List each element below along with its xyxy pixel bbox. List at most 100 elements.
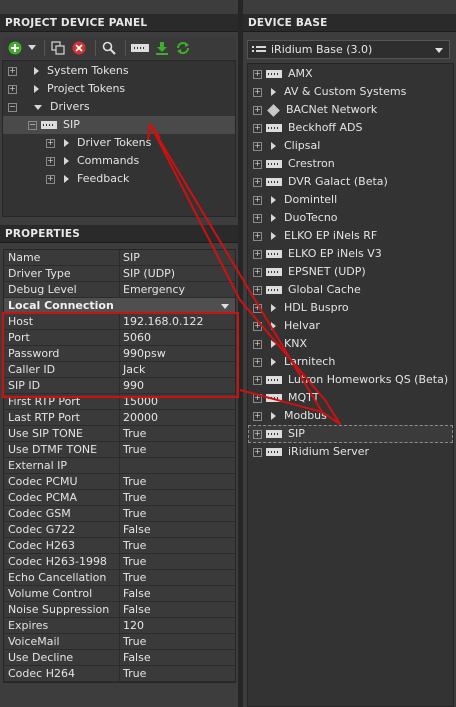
property-value[interactable]: 120	[120, 618, 235, 633]
device-base-item[interactable]: + DuoTecno	[248, 209, 453, 227]
property-value[interactable]: 20000	[120, 410, 235, 425]
property-row[interactable]: Use SIP TONE True	[4, 426, 235, 442]
property-value[interactable]: False	[120, 650, 235, 665]
property-row[interactable]: First RTP Port 15000	[4, 394, 235, 410]
device-base-item-sip[interactable]: + SIP	[248, 425, 453, 443]
expand-icon[interactable]: +	[253, 393, 262, 403]
property-value[interactable]: Jack	[120, 362, 235, 377]
expand-icon[interactable]: +	[253, 123, 262, 133]
property-value[interactable]: True	[120, 474, 235, 489]
expand-icon[interactable]: +	[253, 249, 262, 259]
property-value[interactable]: True	[120, 554, 235, 569]
device-base-item[interactable]: + AMX	[248, 65, 453, 83]
expand-icon[interactable]: +	[253, 267, 262, 277]
device-base-item[interactable]: + Beckhoff ADS	[248, 119, 453, 137]
device-base-item[interactable]: + Modbus	[248, 407, 453, 425]
property-value[interactable]: True	[120, 442, 235, 457]
property-value[interactable]	[120, 458, 235, 473]
expand-icon[interactable]: +	[253, 213, 262, 223]
expand-icon[interactable]: +	[46, 156, 55, 166]
property-row[interactable]: Codec PCMU True	[4, 474, 235, 490]
property-value[interactable]: True	[120, 538, 235, 553]
property-value[interactable]: True	[120, 634, 235, 649]
property-row[interactable]: Host 192.168.0.122	[4, 314, 235, 330]
panel-splitter[interactable]	[238, 0, 243, 707]
chevron-down-icon[interactable]	[221, 304, 229, 309]
property-row[interactable]: Use Decline False	[4, 650, 235, 666]
device-base-item[interactable]: + DVR Galact (Beta)	[248, 173, 453, 191]
expand-icon[interactable]: +	[253, 357, 262, 367]
expand-icon[interactable]: +	[253, 69, 262, 79]
property-value[interactable]: False	[120, 522, 235, 537]
device-base-item[interactable]: + iRidium Server	[248, 443, 453, 461]
expand-icon[interactable]: +	[253, 159, 262, 169]
expand-icon[interactable]: +	[253, 375, 262, 385]
device-base-item[interactable]: + MQTT	[248, 389, 453, 407]
device-base-item[interactable]: + Larnitech	[248, 353, 453, 371]
property-row[interactable]: Debug Level Emergency	[4, 282, 235, 298]
expand-icon[interactable]: +	[46, 174, 55, 184]
property-group-local-connection[interactable]: Local Connection	[4, 298, 235, 314]
expand-icon[interactable]: +	[46, 138, 55, 148]
collapse-icon[interactable]: −	[8, 102, 17, 112]
copy-icon[interactable]	[49, 39, 67, 57]
expand-icon[interactable]: +	[253, 87, 262, 97]
property-row[interactable]: Expires 120	[4, 618, 235, 634]
property-row[interactable]: Codec H263 True	[4, 538, 235, 554]
property-row[interactable]: SIP ID 990	[4, 378, 235, 394]
property-row[interactable]: External IP	[4, 458, 235, 474]
property-value[interactable]: True	[120, 490, 235, 505]
property-row[interactable]: Password 990psw	[4, 346, 235, 362]
tree-item-drivers[interactable]: − Drivers	[3, 98, 235, 116]
property-row[interactable]: Name SIP	[4, 250, 235, 266]
device-base-item[interactable]: + AV & Custom Systems	[248, 83, 453, 101]
device-icon[interactable]	[130, 39, 150, 57]
property-row[interactable]: Driver Type SIP (UDP)	[4, 266, 235, 282]
expand-icon[interactable]: +	[253, 105, 262, 115]
property-value[interactable]: Emergency	[120, 282, 235, 297]
device-base-item[interactable]: + Global Cache	[248, 281, 453, 299]
expand-icon[interactable]: +	[253, 141, 262, 151]
property-row[interactable]: Last RTP Port 20000	[4, 410, 235, 426]
device-base-item[interactable]: + BACNet Network	[248, 101, 453, 119]
tree-item-driver-tokens[interactable]: + Driver Tokens	[3, 134, 235, 152]
property-row[interactable]: Codec G722 False	[4, 522, 235, 538]
expand-icon[interactable]: +	[8, 84, 17, 94]
property-value[interactable]: SIP	[120, 250, 235, 265]
device-base-item[interactable]: + ELKO EP iNels V3	[248, 245, 453, 263]
tree-item-system-tokens[interactable]: + System Tokens	[3, 62, 235, 80]
device-base-item[interactable]: + HDL Buspro	[248, 299, 453, 317]
device-base-item[interactable]: + Domintell	[248, 191, 453, 209]
tree-item-sip[interactable]: − SIP	[3, 116, 235, 134]
property-row[interactable]: Codec H264 True	[4, 666, 235, 682]
chevron-down-icon[interactable]	[27, 39, 37, 57]
property-value[interactable]: True	[120, 506, 235, 521]
expand-icon[interactable]: +	[253, 285, 262, 295]
property-value[interactable]: 5060	[120, 330, 235, 345]
expand-icon[interactable]: +	[8, 66, 17, 76]
property-value[interactable]: False	[120, 602, 235, 617]
add-icon[interactable]	[6, 39, 24, 57]
property-row[interactable]: Codec GSM True	[4, 506, 235, 522]
device-base-item[interactable]: + Lutron Homeworks QS (Beta)	[248, 371, 453, 389]
device-base-item[interactable]: + KNX	[248, 335, 453, 353]
property-value[interactable]: True	[120, 570, 235, 585]
device-base-item[interactable]: + EPSNET (UDP)	[248, 263, 453, 281]
chevron-down-icon[interactable]	[435, 48, 443, 53]
expand-icon[interactable]: +	[253, 321, 262, 331]
expand-icon[interactable]: +	[253, 231, 262, 241]
device-base-item[interactable]: + Helvar	[248, 317, 453, 335]
property-row[interactable]: Codec H263-1998 True	[4, 554, 235, 570]
device-base-item[interactable]: + Clipsal	[248, 137, 453, 155]
expand-icon[interactable]: +	[253, 411, 262, 421]
download-icon[interactable]	[153, 39, 171, 57]
property-value[interactable]: 15000	[120, 394, 235, 409]
search-icon[interactable]	[100, 39, 118, 57]
expand-icon[interactable]: +	[253, 339, 262, 349]
tree-item-project-tokens[interactable]: + Project Tokens	[3, 80, 235, 98]
expand-icon[interactable]: +	[253, 429, 262, 439]
delete-icon[interactable]	[70, 39, 88, 57]
tree-item-commands[interactable]: + Commands	[3, 152, 235, 170]
property-value[interactable]: 990	[120, 378, 235, 393]
property-row[interactable]: Port 5060	[4, 330, 235, 346]
